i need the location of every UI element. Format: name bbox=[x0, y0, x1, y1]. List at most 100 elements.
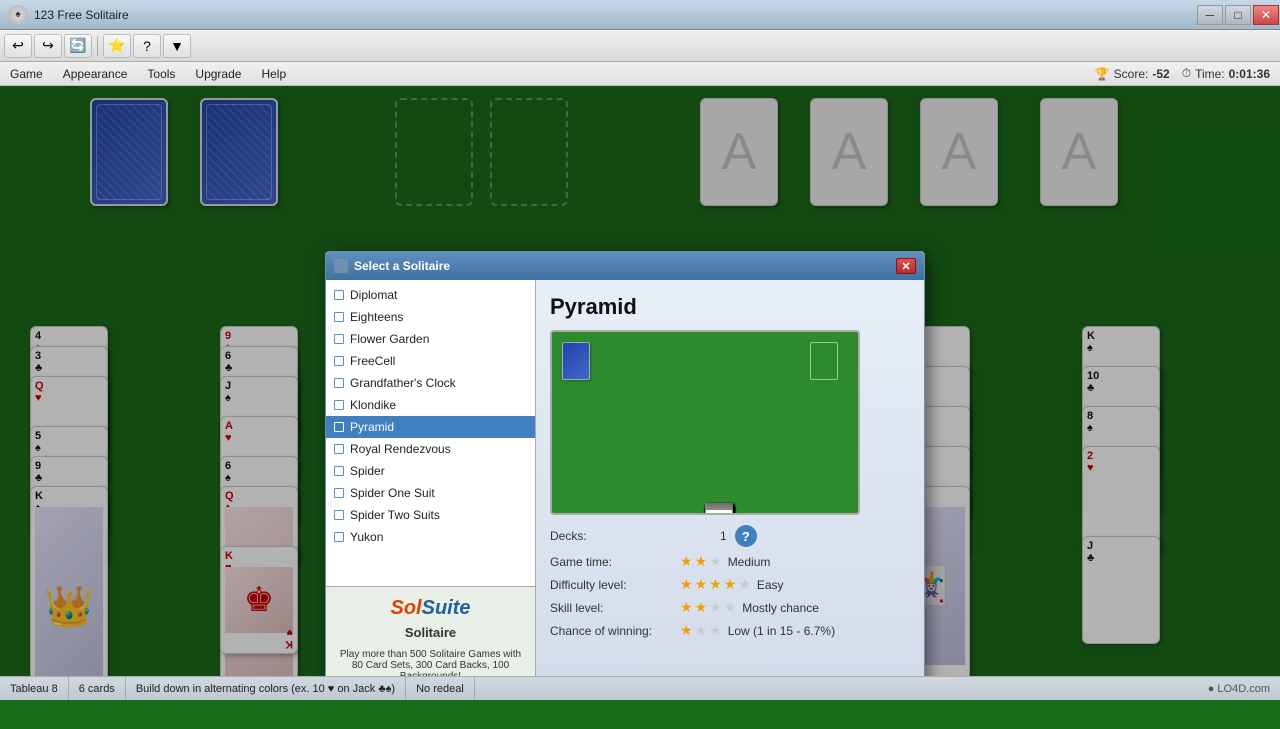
clock-icon: ⏱ bbox=[1182, 66, 1191, 81]
game-list-label: Grandfather's Clock bbox=[350, 376, 456, 390]
score-label: Score: bbox=[1114, 67, 1149, 81]
dialog-title-icon bbox=[334, 259, 348, 273]
tableau-count: 8 bbox=[52, 683, 58, 695]
menu-tools[interactable]: Tools bbox=[137, 62, 185, 85]
game-list-bullet bbox=[334, 488, 344, 498]
new-game-button[interactable]: 🔄 bbox=[64, 34, 92, 58]
game-list-label: Royal Rendezvous bbox=[350, 442, 451, 456]
game-list-label: Spider bbox=[350, 464, 385, 478]
more-button[interactable]: ▼ bbox=[163, 34, 191, 58]
decks-value: 1 bbox=[720, 529, 727, 543]
diff-star-1: ★ bbox=[680, 576, 693, 593]
game-list-item-grandfather's-clock[interactable]: Grandfather's Clock bbox=[326, 372, 535, 394]
game-list-label: FreeCell bbox=[350, 354, 395, 368]
game-list-item-freecell[interactable]: FreeCell bbox=[326, 350, 535, 372]
game-list-label: Flower Garden bbox=[350, 332, 429, 346]
help-toolbar-button[interactable]: ? bbox=[133, 34, 161, 58]
skill-stars: ★ ★ ★ ★ bbox=[680, 599, 736, 616]
game-list-bullet bbox=[334, 378, 344, 388]
title-bar: ♠ 123 Free Solitaire ─ □ ✕ bbox=[0, 0, 1280, 30]
game-list-item-eighteens[interactable]: Eighteens bbox=[326, 306, 535, 328]
score-icon: 🏆 bbox=[1095, 67, 1110, 81]
skill-star-1: ★ bbox=[680, 599, 693, 616]
game-list-label: Spider One Suit bbox=[350, 486, 435, 500]
game-list-item-spider-two-suits[interactable]: Spider Two Suits bbox=[326, 504, 535, 526]
status-bar: Tableau 8 6 cards Build down in alternat… bbox=[0, 676, 1280, 700]
minimize-button[interactable]: ─ bbox=[1197, 5, 1223, 25]
cards-status: 6 cards bbox=[69, 677, 126, 700]
game-list-bullet bbox=[334, 400, 344, 410]
game-list-label: Diplomat bbox=[350, 288, 397, 302]
game-list-item-spider-one-suit[interactable]: Spider One Suit bbox=[326, 482, 535, 504]
promo-area: SolSuite Solitaire Play more than 500 So… bbox=[326, 586, 535, 676]
game-list-bullet bbox=[334, 422, 344, 432]
difficulty-stars: ★ ★ ★ ★ ★ bbox=[680, 576, 751, 593]
dialog-close-button[interactable]: ✕ bbox=[896, 258, 916, 274]
bottom-right: ● LO4D.com bbox=[1208, 683, 1280, 695]
rule-text: Build down in alternating colors (ex. 10… bbox=[136, 683, 395, 695]
game-list-label: Pyramid bbox=[350, 420, 394, 434]
game-list-bullet bbox=[334, 532, 344, 542]
toolbar-separator bbox=[97, 36, 98, 56]
diff-star-4: ★ bbox=[724, 576, 737, 593]
maximize-button[interactable]: □ bbox=[1225, 5, 1251, 25]
game-time-label: Game time: bbox=[550, 555, 680, 569]
game-list-label: Yukon bbox=[350, 530, 383, 544]
time-display: ⏱ Time: 0:01:36 bbox=[1182, 66, 1270, 81]
diff-star-2: ★ bbox=[695, 576, 708, 593]
game-list-item-yukon[interactable]: Yukon bbox=[326, 526, 535, 548]
game-list: Diplomat Eighteens Flower Garden FreeCell Gr… bbox=[326, 280, 535, 586]
toolbar: ↩ ↪ 🔄 ⭐ ? ▼ bbox=[0, 30, 1280, 62]
dialog-body: Diplomat Eighteens Flower Garden FreeCell Gr… bbox=[326, 280, 924, 676]
game-detail-panel: Pyramid bbox=[536, 280, 924, 676]
menu-appearance[interactable]: Appearance bbox=[53, 62, 138, 85]
help-button[interactable]: ? bbox=[735, 525, 757, 547]
game-list-bullet bbox=[334, 444, 344, 454]
diff-star-3: ★ bbox=[709, 576, 722, 593]
game-list-bullet bbox=[334, 466, 344, 476]
game-list-item-pyramid[interactable]: Pyramid bbox=[326, 416, 535, 438]
skill-star-2: ★ bbox=[695, 599, 708, 616]
skill-star-4: ★ bbox=[724, 599, 737, 616]
star-1: ★ bbox=[680, 553, 693, 570]
selected-game-title: Pyramid bbox=[550, 294, 910, 320]
promo-text: Play more than 500 Solitaire Games with … bbox=[336, 649, 525, 676]
win-star-2: ★ bbox=[695, 622, 708, 639]
stat-game-time: Game time: ★ ★ ★ Medium bbox=[550, 553, 910, 570]
game-list-label: Klondike bbox=[350, 398, 396, 412]
stat-winning: Chance of winning: ★ ★ ★ Low (1 in 15 - … bbox=[550, 622, 910, 639]
menu-help[interactable]: Help bbox=[251, 62, 296, 85]
win-star-3: ★ bbox=[709, 622, 722, 639]
stat-decks: Decks: 1 ? bbox=[550, 525, 910, 547]
skill-label: Skill level: bbox=[550, 601, 680, 615]
difficulty-label: Difficulty level: bbox=[550, 578, 680, 592]
game-list-item-diplomat[interactable]: Diplomat bbox=[326, 284, 535, 306]
stat-skill: Skill level: ★ ★ ★ ★ Mostly chance bbox=[550, 599, 910, 616]
tableau-status: Tableau 8 bbox=[0, 677, 69, 700]
dialog-titlebar: Select a Solitaire ✕ bbox=[326, 252, 924, 280]
app-icon: ♠ bbox=[8, 5, 28, 25]
winning-label: Chance of winning: bbox=[550, 624, 680, 638]
score-value: -52 bbox=[1152, 67, 1169, 81]
rule-status: Build down in alternating colors (ex. 10… bbox=[126, 677, 406, 700]
game-list-bullet bbox=[334, 356, 344, 366]
game-list-item-royal-rendezvous[interactable]: Royal Rendezvous bbox=[326, 438, 535, 460]
dialog-title-text: Select a Solitaire bbox=[354, 259, 450, 273]
game-list-label: Eighteens bbox=[350, 310, 403, 324]
undo-button[interactable]: ↩ bbox=[4, 34, 32, 58]
difficulty-value: Easy bbox=[757, 578, 784, 592]
menu-game[interactable]: Game bbox=[0, 62, 53, 85]
winning-value: Low (1 in 15 - 6.7%) bbox=[728, 624, 835, 638]
game-list-item-spider[interactable]: Spider bbox=[326, 460, 535, 482]
winning-stars: ★ ★ ★ bbox=[680, 622, 722, 639]
stat-difficulty: Difficulty level: ★ ★ ★ ★ ★ Easy bbox=[550, 576, 910, 593]
tableau-label: Tableau bbox=[10, 683, 49, 695]
menu-upgrade[interactable]: Upgrade bbox=[185, 62, 251, 85]
game-list-item-klondike[interactable]: Klondike bbox=[326, 394, 535, 416]
close-button[interactable]: ✕ bbox=[1253, 5, 1279, 25]
decks-label: Decks: bbox=[550, 529, 680, 543]
game-list-item-flower-garden[interactable]: Flower Garden bbox=[326, 328, 535, 350]
game-time-stars: ★ ★ ★ bbox=[680, 553, 722, 570]
favorite-button[interactable]: ⭐ bbox=[103, 34, 131, 58]
redo-button[interactable]: ↪ bbox=[34, 34, 62, 58]
